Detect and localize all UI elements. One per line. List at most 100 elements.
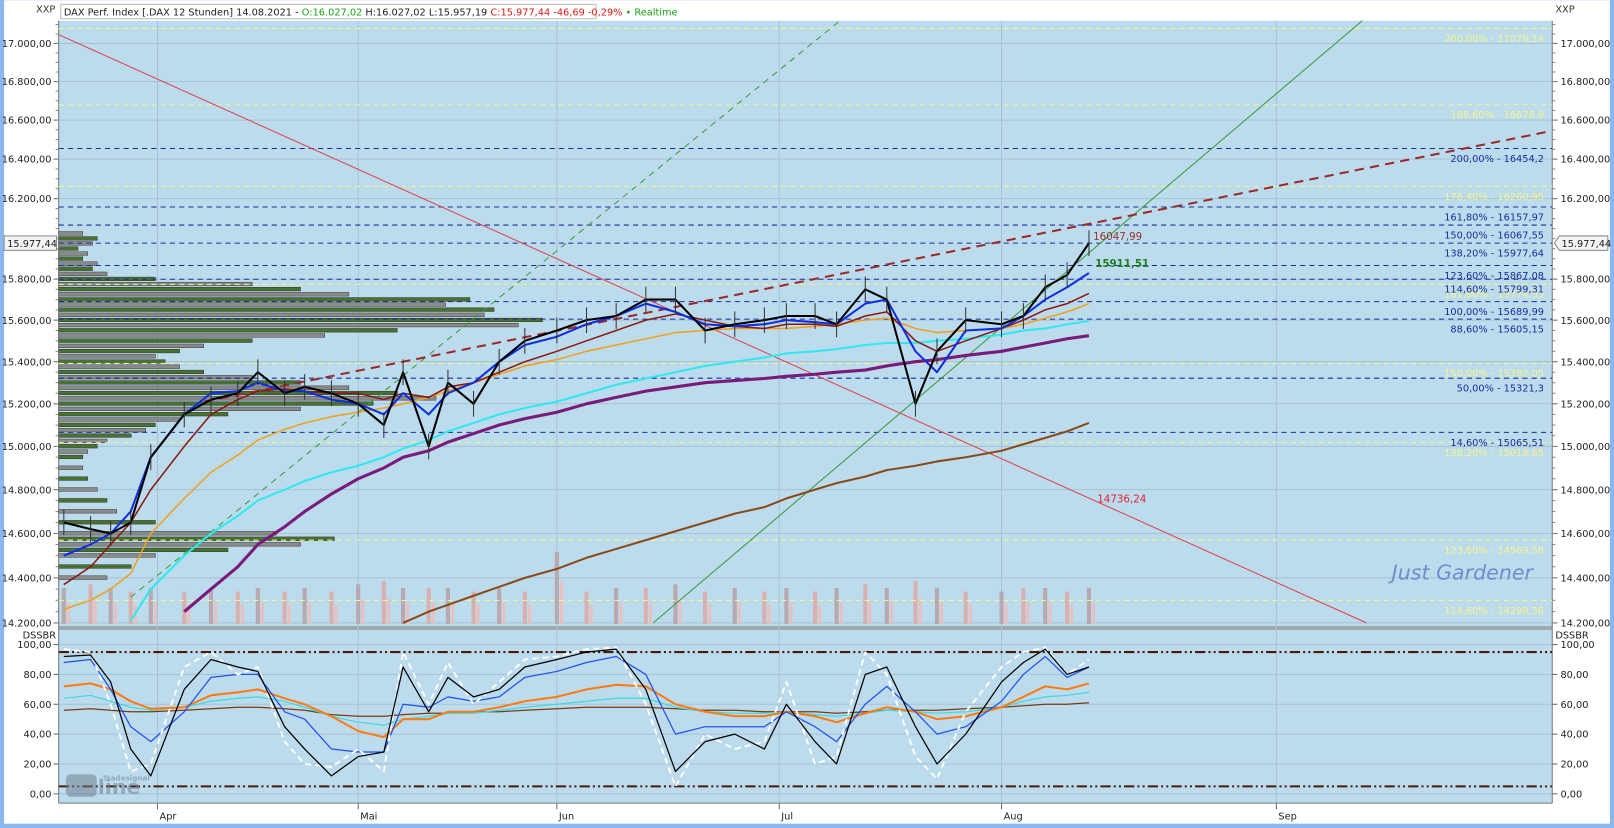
volume-bar xyxy=(839,602,843,624)
panel-separator[interactable] xyxy=(58,626,1553,631)
volume-bar xyxy=(522,591,527,624)
price-tick-label-left: 14.600,00 xyxy=(2,529,52,540)
volume-profile-bar xyxy=(58,287,301,292)
volume-profile-bar xyxy=(58,498,108,503)
volume-bar xyxy=(182,591,187,624)
volume-bar xyxy=(476,604,480,624)
volume-bar xyxy=(61,587,66,624)
volume-profile-bar xyxy=(58,256,84,261)
volume-bar xyxy=(619,602,623,624)
price-tick-label-right: 16.600,00 xyxy=(1560,116,1610,127)
volume-profile-bar xyxy=(58,359,166,364)
osc-tick-label-right: 100,00 xyxy=(1560,640,1594,651)
volume-bar xyxy=(386,598,391,624)
volume-bar xyxy=(260,602,265,624)
volume-bar xyxy=(334,604,338,624)
volume-bar xyxy=(614,587,619,624)
osc-tick-label-right: 60,00 xyxy=(1560,700,1588,711)
price-tick-label-right: 15.000,00 xyxy=(1560,442,1610,453)
tradesignal-online-logo: online Tradesignal xyxy=(65,773,150,799)
date-tick-label: Apr xyxy=(160,812,178,823)
volume-profile-bar xyxy=(58,433,132,438)
price-tick-label-right: 15.800,00 xyxy=(1560,275,1610,286)
fib-level-label: 150,00% - 16067,55 xyxy=(1444,230,1544,241)
volume-profile-bar xyxy=(58,531,277,536)
volume-bar xyxy=(1086,587,1092,624)
volume-profile-bar xyxy=(58,487,98,492)
fib-level-label: 200,00% - 17079,14 xyxy=(1444,34,1544,45)
volume-bar xyxy=(329,591,334,624)
chart-canvas[interactable]: 200,00% - 17079,14 188,60% - 16678,9 176,4… xyxy=(0,0,1614,828)
volume-bar xyxy=(1092,602,1096,624)
volume-bar xyxy=(113,602,117,624)
volume-bar xyxy=(282,591,287,624)
date-tick-label: Mai xyxy=(360,812,377,823)
volume-bar xyxy=(643,587,648,624)
volume-bar xyxy=(361,600,365,624)
chart-window: 200,00% - 17079,14 188,60% - 16678,9 176,4… xyxy=(0,0,1614,828)
date-tick-label: Jul xyxy=(780,812,793,823)
volume-bar xyxy=(255,587,260,624)
oscillator-label-left: DSSBR xyxy=(23,630,57,641)
volume-bar xyxy=(1070,604,1074,624)
volume-bar xyxy=(302,587,307,624)
trend-value-label: 15911,51 xyxy=(1095,258,1149,270)
fib-level-label: 138,20% - 15977,64 xyxy=(1444,249,1544,260)
volume-profile-bar xyxy=(58,236,98,241)
current-price-right: 15.977,44 xyxy=(1562,239,1612,250)
volume-profile-bar xyxy=(58,465,84,470)
volume-bar xyxy=(868,600,872,624)
volume-bar xyxy=(153,602,157,624)
volume-profile-bar xyxy=(58,520,156,525)
fib-level-label: 188,60% - 16678,9 xyxy=(1450,110,1544,121)
fib-level-label: 50,00% - 15321,3 xyxy=(1457,384,1544,395)
volume-bar xyxy=(934,587,940,624)
price-tick-label-left: 14.200,00 xyxy=(2,619,52,630)
close-value: C:15.977,44 -46,69 -0,29% xyxy=(490,8,622,19)
volume-profile-bar xyxy=(58,231,84,236)
volume-profile-bar xyxy=(58,354,156,359)
volume-bar xyxy=(559,580,564,624)
volume-profile-bar xyxy=(58,251,88,256)
price-tick-label-right: 14.200,00 xyxy=(1560,619,1610,630)
volume-bar xyxy=(93,600,97,624)
volume-profile-bar xyxy=(58,343,205,348)
fib-level-label: 176,40% - 16260,95 xyxy=(1444,192,1544,203)
osc-tick-label-right: 80,00 xyxy=(1560,670,1588,681)
volume-bar xyxy=(884,587,889,624)
fib-level-label: 14,60% - 15065,51 xyxy=(1450,438,1544,449)
volume-bar xyxy=(240,604,244,624)
volume-profile-bar xyxy=(58,246,79,251)
volume-bar xyxy=(497,587,502,624)
volume-profile-bar xyxy=(58,564,132,569)
volume-bar xyxy=(1043,587,1048,624)
volume-bar xyxy=(913,580,918,624)
volume-bar xyxy=(889,602,893,624)
price-tick-label-right: 17.000,00 xyxy=(1560,39,1610,50)
fib-level-label: 138,20% - 15018,85 xyxy=(1444,448,1544,459)
instrument-title: DAX Perf. Index [.DAX 12 Stunden] 14.08.… xyxy=(64,8,299,19)
price-tick-label-right: 16.200,00 xyxy=(1560,194,1610,205)
volume-bar xyxy=(208,587,214,624)
fib-level-label: 114,60% - 15799,31 xyxy=(1444,285,1544,296)
price-tick-label-left: 15.200,00 xyxy=(2,399,52,410)
volume-bar xyxy=(1065,591,1070,624)
volume-profile-bar xyxy=(58,417,180,422)
price-tick-label-right: 15.600,00 xyxy=(1560,316,1610,327)
osc-tick-label-right: 0,00 xyxy=(1560,789,1582,800)
fib-level-label: 161,80% - 16157,97 xyxy=(1444,212,1544,223)
volume-bar xyxy=(940,602,944,624)
oscillator-panel[interactable] xyxy=(58,630,1553,804)
volume-bar xyxy=(451,602,455,624)
scale-label-left: XXP xyxy=(36,5,55,16)
volume-bar xyxy=(356,584,361,624)
scale-label-right: XXP xyxy=(1555,5,1574,16)
volume-profile-bar xyxy=(58,406,301,411)
price-tick-label-left: 15.800,00 xyxy=(2,275,52,286)
volume-bar xyxy=(1048,602,1052,624)
price-tick-label-right: 14.800,00 xyxy=(1560,485,1610,496)
volume-profile-bar xyxy=(58,312,485,317)
volume-profile-bar xyxy=(58,454,84,460)
header-text: DAX Perf. Index [.DAX 12 Stunden] 14.08.… xyxy=(64,8,678,19)
volume-profile-bar xyxy=(58,302,446,307)
